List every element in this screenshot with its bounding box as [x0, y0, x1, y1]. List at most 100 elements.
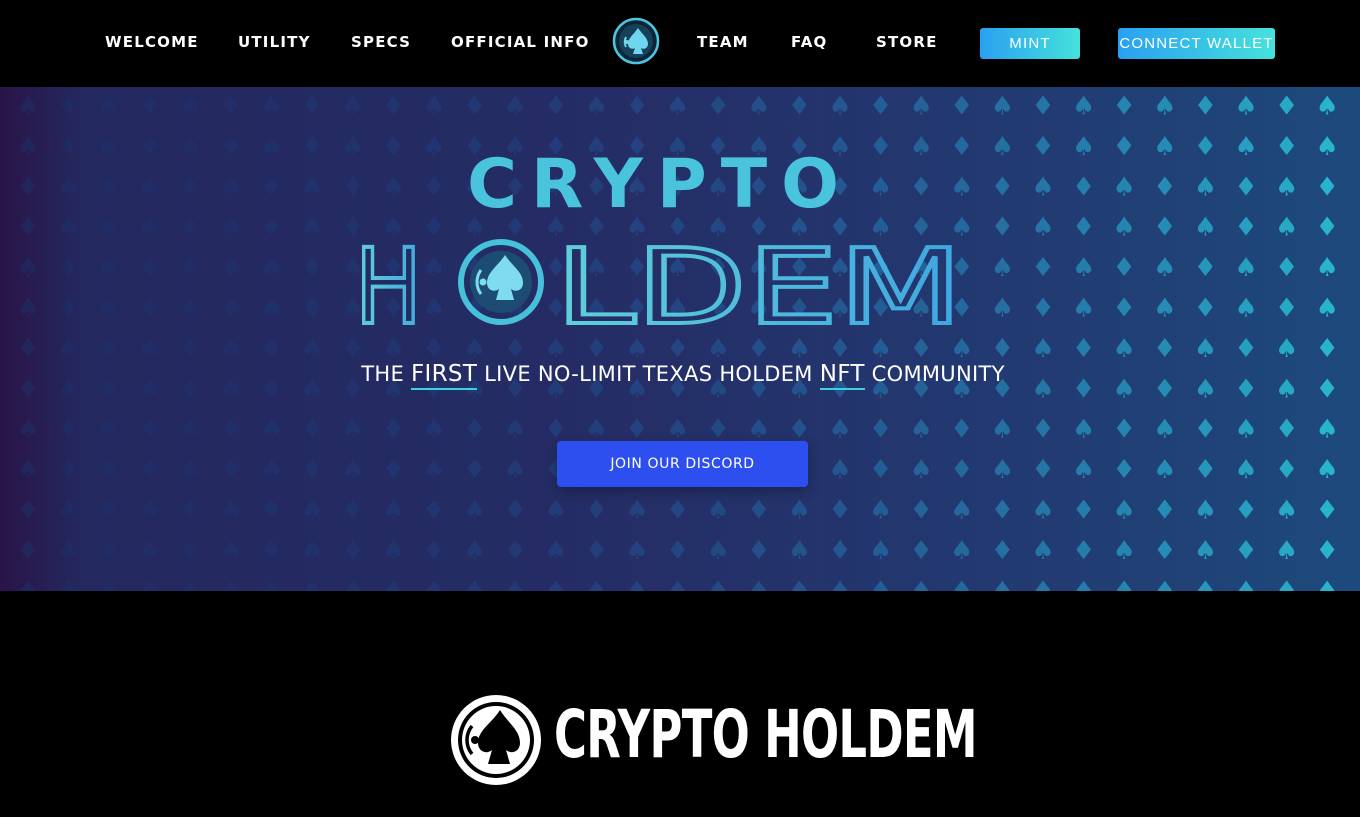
- suit-glyph: ♠: [260, 92, 283, 122]
- nav-store[interactable]: STORE: [876, 33, 938, 51]
- suit-glyph: ♠: [1234, 576, 1257, 591]
- suit-glyph: ♠: [504, 576, 527, 591]
- suit-glyph: ♦: [1275, 576, 1298, 591]
- suit-glyph: ♦: [950, 455, 973, 485]
- suit-glyph: ♦: [1194, 294, 1217, 324]
- suit-glyph: ♠: [1316, 294, 1339, 324]
- suit-glyph: ♦: [1234, 536, 1257, 566]
- suit-glyph: ♦: [219, 92, 242, 122]
- suit-glyph: ♦: [1316, 334, 1339, 364]
- suit-glyph: ♦: [869, 415, 892, 445]
- suit-glyph: ♠: [1194, 496, 1217, 526]
- suit-glyph: ♠: [422, 415, 445, 445]
- suit-glyph: ♦: [585, 334, 608, 364]
- join-discord-button[interactable]: JOIN OUR DISCORD: [557, 441, 808, 487]
- suit-glyph: ♠: [1031, 496, 1054, 526]
- suit-glyph: ♠: [991, 455, 1014, 485]
- suit-glyph: ♦: [788, 92, 811, 122]
- suit-glyph: ♠: [16, 253, 39, 283]
- suit-glyph: ♦: [666, 496, 689, 526]
- nav-faq[interactable]: FAQ: [791, 33, 828, 51]
- suit-glyph: ♦: [828, 334, 851, 364]
- suit-glyph: ♦: [1113, 415, 1136, 445]
- footer-brand: CRYPTO HOLDEM: [448, 690, 978, 792]
- nav-specs[interactable]: SPECS: [351, 33, 411, 51]
- suit-glyph: ♠: [16, 294, 39, 324]
- suit-glyph: ♠: [1153, 455, 1176, 485]
- suit-glyph: ♦: [504, 496, 527, 526]
- suit-glyph: ♦: [1153, 496, 1176, 526]
- suit-glyph: ♦: [301, 415, 324, 445]
- suit-glyph: ♦: [1356, 253, 1360, 283]
- suit-glyph: ♦: [463, 92, 486, 122]
- suit-glyph: ♠: [1153, 294, 1176, 324]
- suit-glyph: ♠: [544, 496, 567, 526]
- suit-glyph: ♠: [910, 415, 933, 445]
- nav-welcome[interactable]: WELCOME: [105, 33, 199, 51]
- suit-glyph: ♦: [98, 496, 121, 526]
- suit-glyph: ♠: [382, 536, 405, 566]
- suit-glyph: ♠: [1194, 334, 1217, 364]
- suit-glyph: ♦: [57, 415, 80, 445]
- suit-glyph: ♠: [950, 496, 973, 526]
- suit-glyph: ♦: [341, 334, 364, 364]
- suit-glyph: ♦: [1356, 132, 1360, 162]
- suit-glyph: ♠: [1275, 536, 1298, 566]
- suit-glyph: ♠: [585, 576, 608, 591]
- nav-official-info[interactable]: OFFICIAL INFO: [451, 33, 590, 51]
- suit-glyph: ♦: [138, 415, 161, 445]
- nav-team[interactable]: TEAM: [697, 33, 749, 51]
- mint-button[interactable]: MINT: [980, 28, 1080, 59]
- connect-wallet-button[interactable]: CONNECT WALLET: [1118, 28, 1275, 59]
- suit-glyph: ♠: [422, 455, 445, 485]
- suit-glyph: ♠: [341, 455, 364, 485]
- suit-glyph: ♦: [301, 92, 324, 122]
- suit-glyph: ♠: [1275, 496, 1298, 526]
- suit-glyph: ♦: [1113, 294, 1136, 324]
- suit-glyph: ♠: [179, 92, 202, 122]
- suit-glyph: ♠: [219, 334, 242, 364]
- suit-glyph: ♠: [57, 496, 80, 526]
- suit-glyph: ♠: [138, 496, 161, 526]
- suit-glyph: ♠: [301, 536, 324, 566]
- suit-glyph: ♦: [625, 92, 648, 122]
- suit-glyph: ♠: [1316, 415, 1339, 445]
- suit-glyph: ♦: [301, 253, 324, 283]
- suit-glyph: ♠: [179, 415, 202, 445]
- suit-glyph: ♦: [463, 415, 486, 445]
- suit-glyph: ♠: [1153, 92, 1176, 122]
- suit-glyph: ♦: [138, 294, 161, 324]
- suit-glyph: ♠: [260, 455, 283, 485]
- suit-glyph: ♦: [707, 92, 730, 122]
- suit-glyph: ♦: [179, 334, 202, 364]
- suit-glyph: ♦: [301, 576, 324, 591]
- suit-glyph: ♦: [1356, 576, 1360, 591]
- suit-glyph: ♠: [219, 496, 242, 526]
- suit-glyph: ♦: [1031, 415, 1054, 445]
- suit-glyph: ♠: [1031, 334, 1054, 364]
- suit-glyph: ♦: [1153, 536, 1176, 566]
- suit-glyph: ♠: [1113, 334, 1136, 364]
- suit-glyph: ♦: [910, 334, 933, 364]
- suit-glyph: ♦: [991, 536, 1014, 566]
- suit-glyph: ♠: [16, 455, 39, 485]
- suit-glyph: ♠: [179, 576, 202, 591]
- suit-glyph: ♦: [463, 576, 486, 591]
- suit-glyph: ♦: [504, 334, 527, 364]
- suit-glyph: ♦: [1194, 415, 1217, 445]
- suit-glyph: ♦: [991, 496, 1014, 526]
- suit-glyph: ♦: [463, 455, 486, 485]
- suit-glyph: ♦: [422, 334, 445, 364]
- nav-utility[interactable]: UTILITY: [238, 33, 311, 51]
- suit-glyph: ♠: [625, 536, 648, 566]
- suit-glyph: ♠: [991, 415, 1014, 445]
- suit-glyph: ♦: [57, 294, 80, 324]
- spade-coin-logo-icon[interactable]: [612, 17, 660, 65]
- suit-glyph: ♠: [828, 415, 851, 445]
- suit-glyph: ♦: [788, 576, 811, 591]
- suit-glyph: ♠: [1153, 415, 1176, 445]
- suit-glyph: ♦: [138, 253, 161, 283]
- suit-glyph: ♠: [828, 455, 851, 485]
- suit-glyph: ♠: [1194, 536, 1217, 566]
- suit-glyph: ♠: [666, 92, 689, 122]
